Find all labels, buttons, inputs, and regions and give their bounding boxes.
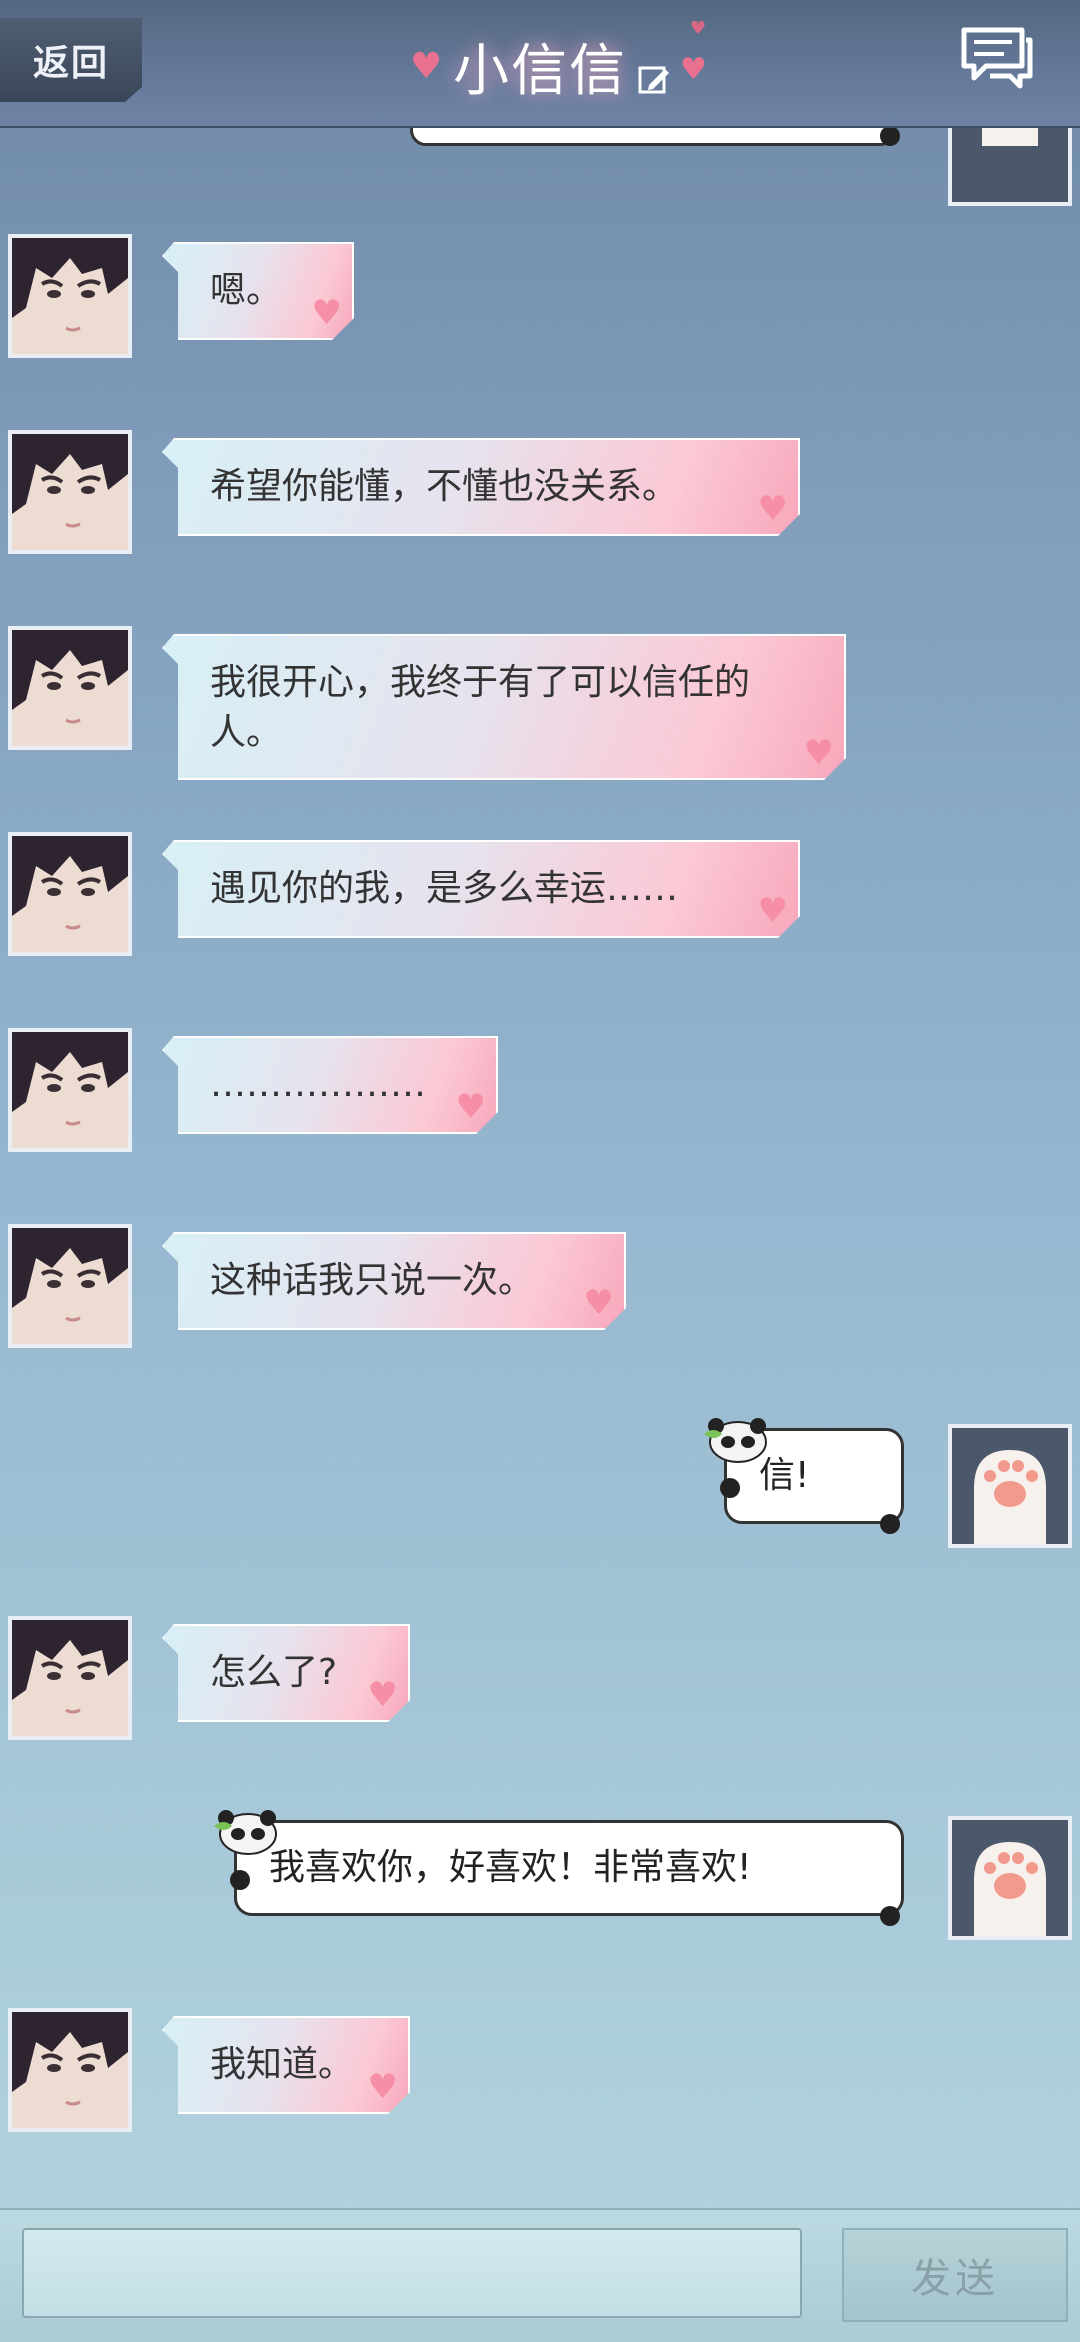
message-bubble-npc[interactable]: 我知道。 ♥ (162, 2016, 410, 2114)
message-bubble-npc[interactable]: 这种话我只说一次。 ♥ (162, 1232, 626, 1330)
npc-portrait-icon (12, 1620, 128, 1736)
edit-icon[interactable] (637, 63, 671, 97)
heart-icon: ♥ (757, 489, 788, 529)
cat-paw-icon (952, 1428, 1068, 1544)
message-input[interactable] (22, 2228, 802, 2318)
chat-header: 返回 ♥ ♥ ♥ 小信信 (0, 0, 1080, 128)
message-bubble-npc[interactable]: 遇见你的我，是多么幸运…… ♥ (162, 840, 800, 938)
avatar-me[interactable] (948, 1816, 1072, 1940)
message-text: 我知道。 (210, 2044, 355, 2085)
message-text: 嗯。 (210, 270, 283, 311)
avatar-me[interactable] (948, 1424, 1072, 1548)
heart-icon: ♥ (757, 891, 788, 931)
npc-portrait-icon (12, 1228, 128, 1344)
avatar-me[interactable] (948, 126, 1072, 206)
avatar-npc[interactable] (8, 832, 132, 956)
message-text: 我很开心，我终于有了可以信任的人。 (210, 662, 751, 753)
panda-paw-icon (720, 1478, 740, 1498)
npc-portrait-icon (12, 238, 128, 354)
avatar-npc[interactable] (8, 430, 132, 554)
message-text: 遇见你的我，是多么幸运…… (210, 868, 679, 909)
avatar-npc[interactable] (8, 2008, 132, 2132)
message-bubble-me[interactable]: 我喜欢你，好喜欢！非常喜欢! (234, 1820, 904, 1916)
panda-paw-icon (880, 1514, 900, 1534)
message-text: 希望你能懂，不懂也没关系。 (210, 466, 679, 507)
heart-icon: ♥ (455, 1087, 486, 1127)
panda-icon (704, 1418, 767, 1463)
panda-icon (214, 1810, 277, 1855)
input-bar: 发送 (0, 2208, 1080, 2342)
panda-paw-icon (880, 1906, 900, 1926)
send-button[interactable]: 发送 (842, 2228, 1068, 2322)
panda-paw-icon (230, 1870, 250, 1890)
heart-icon: ♥ (367, 2067, 398, 2107)
message-list[interactable]: 嗯。 ♥ 希望你能懂，不懂也没关系。 ♥ 我很开心，我终于有了可以信任的人。 ♥… (0, 126, 1080, 2208)
avatar-npc[interactable] (8, 234, 132, 358)
message-bubble-npc[interactable]: 希望你能懂，不懂也没关系。 ♥ (162, 438, 800, 536)
message-bubble-npc[interactable]: 怎么了? ♥ (162, 1624, 410, 1722)
heart-icon: ♥ (367, 1675, 398, 1715)
message-text: ……………… (210, 1064, 426, 1105)
heart-icon: ♥ (583, 1283, 614, 1323)
chat-list-icon[interactable] (960, 26, 1034, 90)
message-text: 怎么了? (210, 1652, 338, 1693)
avatar-npc[interactable] (8, 1616, 132, 1740)
message-bubble-npc[interactable]: 嗯。 ♥ (162, 242, 354, 340)
heart-icon: ♥ (803, 733, 834, 773)
npc-portrait-icon (12, 434, 128, 550)
avatar-npc[interactable] (8, 1224, 132, 1348)
message-bubble-npc[interactable]: 我很开心，我终于有了可以信任的人。 ♥ (162, 634, 846, 780)
panda-paw-icon (880, 126, 900, 146)
npc-portrait-icon (12, 630, 128, 746)
cat-paw-icon (952, 1820, 1068, 1936)
avatar-npc[interactable] (8, 626, 132, 750)
npc-portrait-icon (12, 1032, 128, 1148)
message-bubble-npc[interactable]: ……………… ♥ (162, 1036, 498, 1134)
npc-portrait-icon (12, 2012, 128, 2128)
previous-message-bubble (410, 126, 896, 146)
message-text: 这种话我只说一次。 (210, 1260, 535, 1301)
heart-icon: ♥ (311, 293, 342, 333)
message-text: 我喜欢你，好喜欢！非常喜欢! (269, 1847, 752, 1888)
avatar-npc[interactable] (8, 1028, 132, 1152)
chat-title: 小信信 (453, 26, 669, 107)
npc-portrait-icon (12, 836, 128, 952)
